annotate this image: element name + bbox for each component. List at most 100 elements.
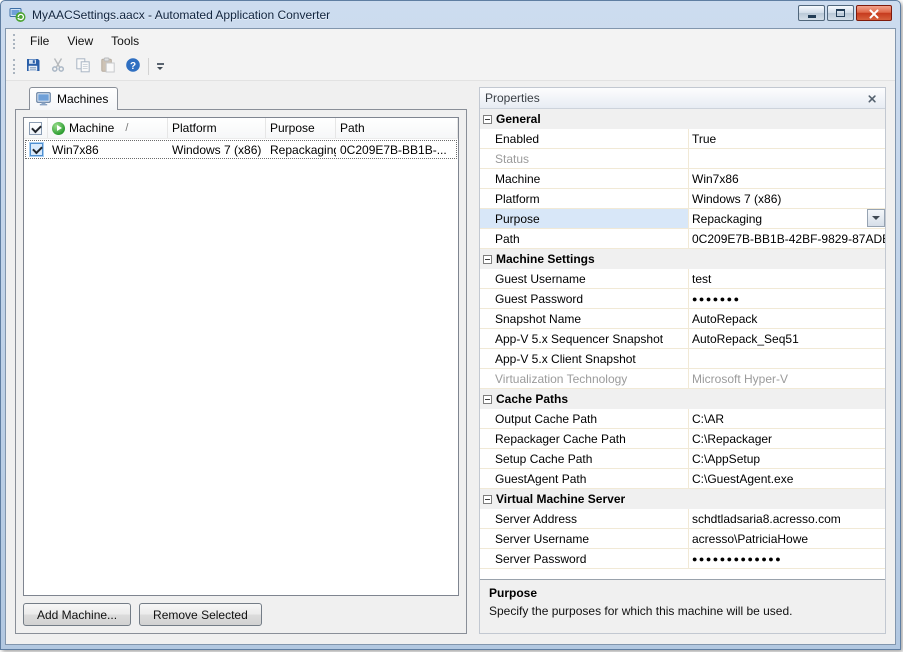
prop-setup-cache-path[interactable]: Setup Cache PathC:\AppSetup (480, 449, 885, 469)
save-button[interactable] (21, 55, 44, 78)
category-label: Cache Paths (496, 392, 568, 406)
prop-value: C:\GuestAgent.exe (689, 469, 885, 488)
prop-output-cache-path[interactable]: Output Cache PathC:\AR (480, 409, 885, 429)
tab-label: Machines (57, 92, 108, 106)
column-header-machine[interactable]: Machine / (48, 118, 168, 138)
prop-value: schdtladsaria8.acresso.com (689, 509, 885, 528)
prop-name: Repackager Cache Path (493, 429, 689, 448)
prop-value: True (689, 129, 885, 148)
prop-repackager-cache-path[interactable]: Repackager Cache PathC:\Repackager (480, 429, 885, 449)
chevron-down-icon (872, 216, 880, 220)
collapse-icon[interactable] (483, 115, 492, 124)
prop-value (689, 349, 885, 368)
tab-machines[interactable]: Machines (29, 87, 118, 110)
help-icon: ? (125, 57, 141, 76)
prop-virtualization-technology[interactable]: Virtualization TechnologyMicrosoft Hyper… (480, 369, 885, 389)
column-header-path[interactable]: Path (336, 118, 458, 138)
prop-gutter (480, 529, 493, 548)
collapse-icon[interactable] (483, 395, 492, 404)
row-checkbox[interactable] (30, 143, 43, 156)
prop-name: Server Username (493, 529, 689, 548)
purpose-cell: Repackaging (266, 139, 336, 160)
prop-value: Windows 7 (x86) (689, 189, 885, 208)
menu-view[interactable]: View (58, 31, 102, 51)
sort-indicator-icon: / (125, 122, 128, 134)
prop-gutter (480, 289, 493, 308)
prop-guest-password[interactable]: Guest Password●●●●●●● (480, 289, 885, 309)
prop-gutter (480, 149, 493, 168)
prop-server-username[interactable]: Server Usernameacresso\PatriciaHowe (480, 529, 885, 549)
cut-button[interactable] (46, 55, 69, 78)
prop-value: C:\Repackager (689, 429, 885, 448)
close-properties-button[interactable] (864, 91, 880, 106)
maximize-button[interactable] (827, 5, 854, 21)
toolbar-separator (148, 58, 149, 75)
minimize-button[interactable] (798, 5, 825, 21)
copy-button[interactable] (71, 55, 94, 78)
machine-list-header: Machine / Platform Purpose Path (24, 118, 458, 139)
paste-button[interactable] (96, 55, 119, 78)
prop-path[interactable]: Path0C209E7B-BB1B-42BF-9829-87ADED2EB1 (480, 229, 885, 249)
paste-icon (100, 57, 116, 76)
overflow-icon (157, 63, 164, 65)
minimize-icon (808, 15, 816, 18)
prop-value: Repackaging (689, 209, 885, 228)
prop-snapshot-name[interactable]: Snapshot NameAutoRepack (480, 309, 885, 329)
category-machine-settings[interactable]: Machine Settings (480, 249, 885, 269)
prop-platform[interactable]: PlatformWindows 7 (x86) (480, 189, 885, 209)
prop-app-v-5-x-client-snapshot[interactable]: App-V 5.x Client Snapshot (480, 349, 885, 369)
toolbar-buttons: ? (21, 55, 144, 78)
prop-name: Path (493, 229, 689, 248)
menu-file[interactable]: File (21, 31, 58, 51)
remove-selected-button[interactable]: Remove Selected (139, 603, 262, 626)
machine-name-cell: Win7x86 (48, 139, 168, 160)
menu-tools[interactable]: Tools (102, 31, 148, 51)
prop-name: Enabled (493, 129, 689, 148)
property-grid: GeneralEnabledTrueStatusMachineWin7x86Pl… (480, 109, 885, 579)
prop-machine[interactable]: MachineWin7x86 (480, 169, 885, 189)
prop-server-address[interactable]: Server Addressschdtladsaria8.acresso.com (480, 509, 885, 529)
prop-status[interactable]: Status (480, 149, 885, 169)
cut-icon (50, 57, 66, 76)
prop-value: ●●●●●●● (689, 289, 885, 308)
prop-guest-username[interactable]: Guest Usernametest (480, 269, 885, 289)
prop-app-v-5-x-sequencer-snapshot[interactable]: App-V 5.x Sequencer SnapshotAutoRepack_S… (480, 329, 885, 349)
grip-icon (13, 59, 15, 74)
tabstrip: Machines (15, 87, 467, 110)
toolbar-overflow-button[interactable] (153, 56, 167, 78)
prop-purpose[interactable]: PurposeRepackaging (480, 209, 885, 229)
category-label: Machine Settings (496, 252, 595, 266)
prop-name: Guest Username (493, 269, 689, 288)
column-label: Path (340, 121, 365, 135)
prop-value: acresso\PatriciaHowe (689, 529, 885, 548)
collapse-icon[interactable] (483, 255, 492, 264)
category-virtual-machine-server[interactable]: Virtual Machine Server (480, 489, 885, 509)
column-header-purpose[interactable]: Purpose (266, 118, 336, 138)
machine-row[interactable]: Win7x86Windows 7 (x86)Repackaging0C209E7… (24, 139, 458, 160)
help-button[interactable]: ? (121, 55, 144, 78)
collapse-icon[interactable] (483, 495, 492, 504)
prop-value: AutoRepack (689, 309, 885, 328)
close-icon (868, 94, 877, 103)
add-machine-button[interactable]: Add Machine... (23, 603, 131, 626)
menubar: FileViewTools (6, 29, 895, 53)
prop-gutter (480, 449, 493, 468)
window-title: MyAACSettings.aacx - Automated Applicati… (32, 8, 798, 22)
prop-enabled[interactable]: EnabledTrue (480, 129, 885, 149)
maximize-icon (836, 9, 845, 17)
prop-gutter (480, 349, 493, 368)
close-button[interactable] (856, 5, 892, 21)
prop-server-password[interactable]: Server Password●●●●●●●●●●●●● (480, 549, 885, 569)
prop-name: Server Address (493, 509, 689, 528)
category-general[interactable]: General (480, 109, 885, 129)
purpose-dropdown-button[interactable] (867, 209, 885, 227)
prop-name: App-V 5.x Sequencer Snapshot (493, 329, 689, 348)
category-cache-paths[interactable]: Cache Paths (480, 389, 885, 409)
chevron-down-icon (157, 67, 163, 70)
prop-name: Purpose (493, 209, 689, 228)
column-header-platform[interactable]: Platform (168, 118, 266, 138)
prop-guestagent-path[interactable]: GuestAgent PathC:\GuestAgent.exe (480, 469, 885, 489)
prop-value (689, 149, 885, 168)
select-all-checkbox[interactable] (29, 122, 42, 135)
description-title: Purpose (489, 586, 876, 600)
